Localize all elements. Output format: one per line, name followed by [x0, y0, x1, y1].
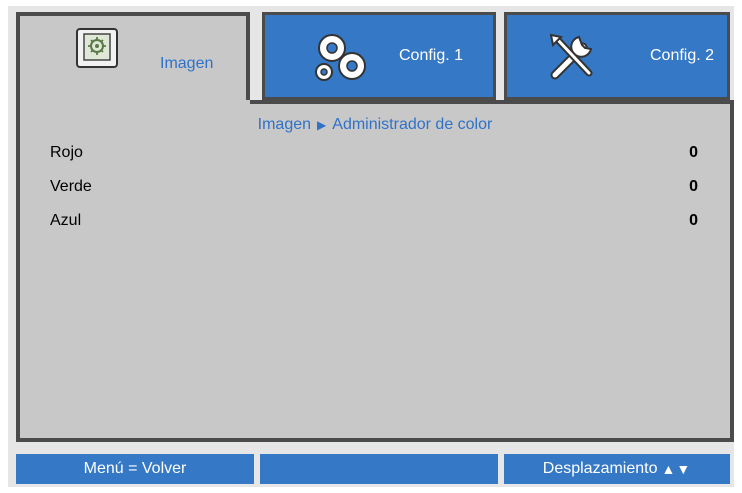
gears-icon [315, 34, 366, 81]
tab-imagen-label: Imagen [160, 55, 214, 72]
content-panel: Imagen ▶ Administrador de color Rojo 0 Ver… [16, 100, 734, 442]
row-value: 0 [689, 212, 698, 229]
breadcrumb: Imagen ▶ Administrador de color [20, 116, 730, 134]
panel-top-border [250, 100, 734, 104]
footer-back-hint: Menú = Volver [16, 454, 254, 484]
up-down-arrows-icon: ▲▼ [661, 461, 692, 477]
menu-row-rojo[interactable]: Rojo 0 [50, 144, 698, 168]
footer-back-label: Menú = Volver [83, 460, 187, 477]
footer-middle [260, 454, 498, 484]
tools-icon [549, 33, 593, 80]
footer-scroll-label: Desplazamiento [542, 460, 658, 477]
triangle-right-icon: ▶ [317, 118, 327, 132]
row-value: 0 [689, 144, 698, 161]
menu-row-verde[interactable]: Verde 0 [50, 178, 698, 202]
tab-config-2[interactable]: Config. 2 [504, 12, 730, 100]
tab-config-2-label: Config. 2 [650, 47, 715, 64]
row-label: Azul [50, 212, 82, 229]
tab-config-1-label: Config. 1 [399, 47, 464, 64]
row-label: Verde [50, 178, 92, 195]
row-label: Rojo [50, 144, 83, 161]
tab-config-1[interactable]: Config. 1 [262, 12, 496, 100]
tab-imagen[interactable]: Imagen [16, 12, 250, 112]
row-value: 0 [689, 178, 698, 195]
image-settings-icon [76, 28, 118, 68]
footer-scroll-hint: Desplazamiento ▲▼ [504, 454, 730, 484]
breadcrumb-section: Imagen [257, 116, 312, 133]
breadcrumb-page: Administrador de color [332, 116, 493, 133]
menu-row-azul[interactable]: Azul 0 [50, 212, 698, 236]
